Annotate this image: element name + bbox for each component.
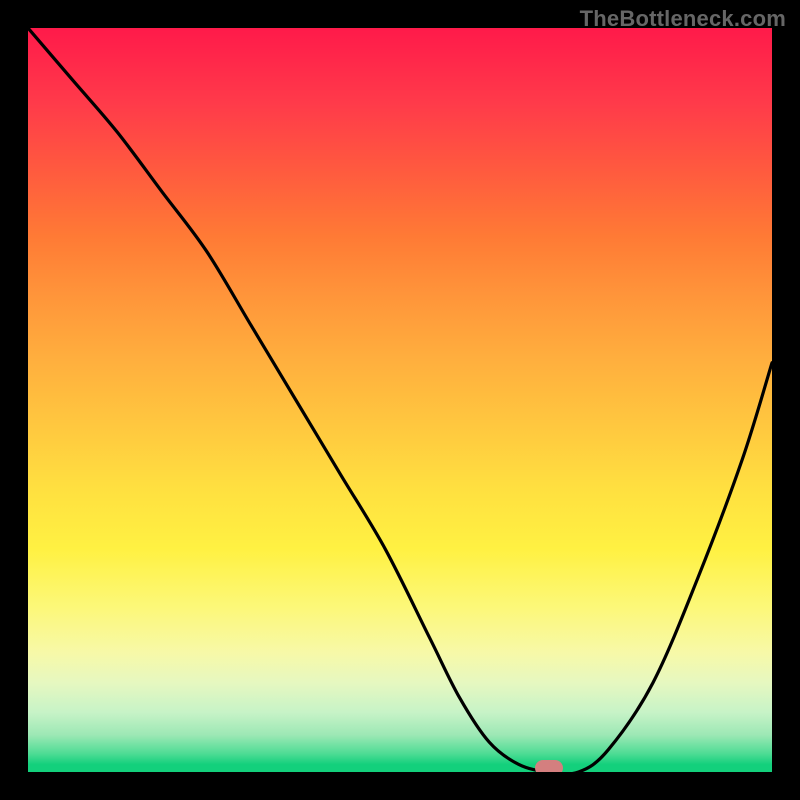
watermark-text: TheBottleneck.com	[580, 6, 786, 32]
optimal-marker	[535, 760, 563, 772]
curve-layer	[28, 28, 772, 772]
plot-area	[28, 28, 772, 772]
chart-frame: TheBottleneck.com	[0, 0, 800, 800]
bottleneck-curve	[28, 28, 772, 772]
